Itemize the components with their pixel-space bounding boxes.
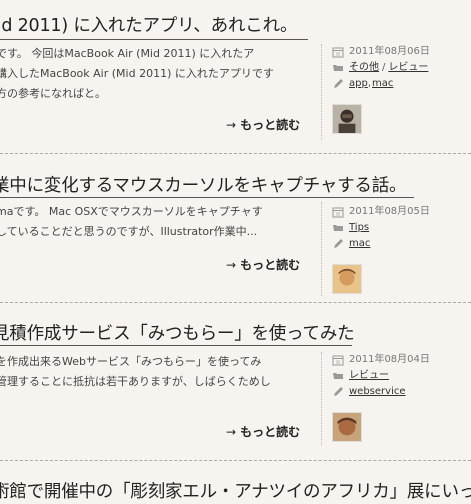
- post-separator: [0, 153, 471, 154]
- category-link[interactable]: レビュー: [349, 368, 389, 384]
- read-more-link[interactable]: → もっと読む: [226, 423, 300, 440]
- category-link[interactable]: レビュー: [388, 60, 428, 76]
- meta-divider: [321, 202, 322, 296]
- folder-icon: [333, 373, 343, 379]
- folder-icon: [333, 225, 343, 231]
- avatar: [332, 412, 362, 442]
- read-more-link[interactable]: → もっと読む: [226, 116, 300, 133]
- post-separator: [0, 302, 471, 303]
- avatar: [332, 264, 362, 294]
- post-meta: 2011年08月04日 レビュー webservice: [332, 352, 430, 400]
- post-date: 2011年08月05日: [349, 206, 430, 217]
- calendar-icon: [332, 47, 344, 58]
- post-excerpt: を作成出来るWebサービス「みつもらー」を使ってみ 管理することに抵抗は若干あり…: [0, 355, 271, 408]
- post-excerpt: maです。 Mac OSXでマウスカーソルをキャプチャす していることだと思うの…: [0, 205, 263, 238]
- category-link[interactable]: Tips: [349, 220, 369, 236]
- category-link[interactable]: その他: [349, 60, 379, 76]
- title-underline: [0, 197, 414, 198]
- avatar: [332, 104, 362, 134]
- arrow-right-icon: →: [226, 425, 237, 439]
- post-title[interactable]: 術館で開催中の「彫刻家エル・アナツイのアフリカ」展にいっ: [0, 480, 471, 504]
- title-underline: [0, 39, 308, 40]
- pencil-icon: [334, 79, 343, 88]
- meta-divider: [321, 352, 322, 446]
- folder-icon: [333, 65, 343, 71]
- arrow-right-icon: →: [226, 258, 237, 272]
- post-title[interactable]: 見積作成サービス「みつもらー」を使ってみた: [0, 322, 355, 346]
- calendar-icon: [332, 355, 344, 366]
- post-title[interactable]: 業中に変化するマウスカーソルをキャプチャする話。: [0, 174, 407, 198]
- calendar-icon: [332, 207, 344, 218]
- title-underline: [0, 345, 352, 346]
- read-more-link[interactable]: → もっと読む: [226, 256, 300, 273]
- post-title[interactable]: lid 2011) に入れたアプリ、あれこれ。: [0, 14, 298, 38]
- post-meta: 2011年08月05日 Tips mac: [332, 204, 430, 252]
- post-separator: [0, 460, 471, 461]
- tag-link[interactable]: mac: [349, 236, 370, 252]
- arrow-right-icon: →: [226, 118, 237, 132]
- tag-link[interactable]: mac: [372, 76, 393, 92]
- tag-link[interactable]: webservice: [349, 384, 406, 400]
- post-meta: 2011年08月06日 その他 / レビュー app , mac: [332, 44, 430, 92]
- post-excerpt: です。 今回はMacBook Air (Mid 2011) に入れたア 購入した…: [0, 47, 274, 100]
- pencil-icon: [334, 239, 343, 248]
- meta-divider: [321, 44, 322, 140]
- post-date: 2011年08月04日: [349, 354, 430, 365]
- tag-link[interactable]: app: [349, 76, 368, 92]
- post-date: 2011年08月06日: [349, 46, 430, 57]
- pencil-icon: [334, 387, 343, 396]
